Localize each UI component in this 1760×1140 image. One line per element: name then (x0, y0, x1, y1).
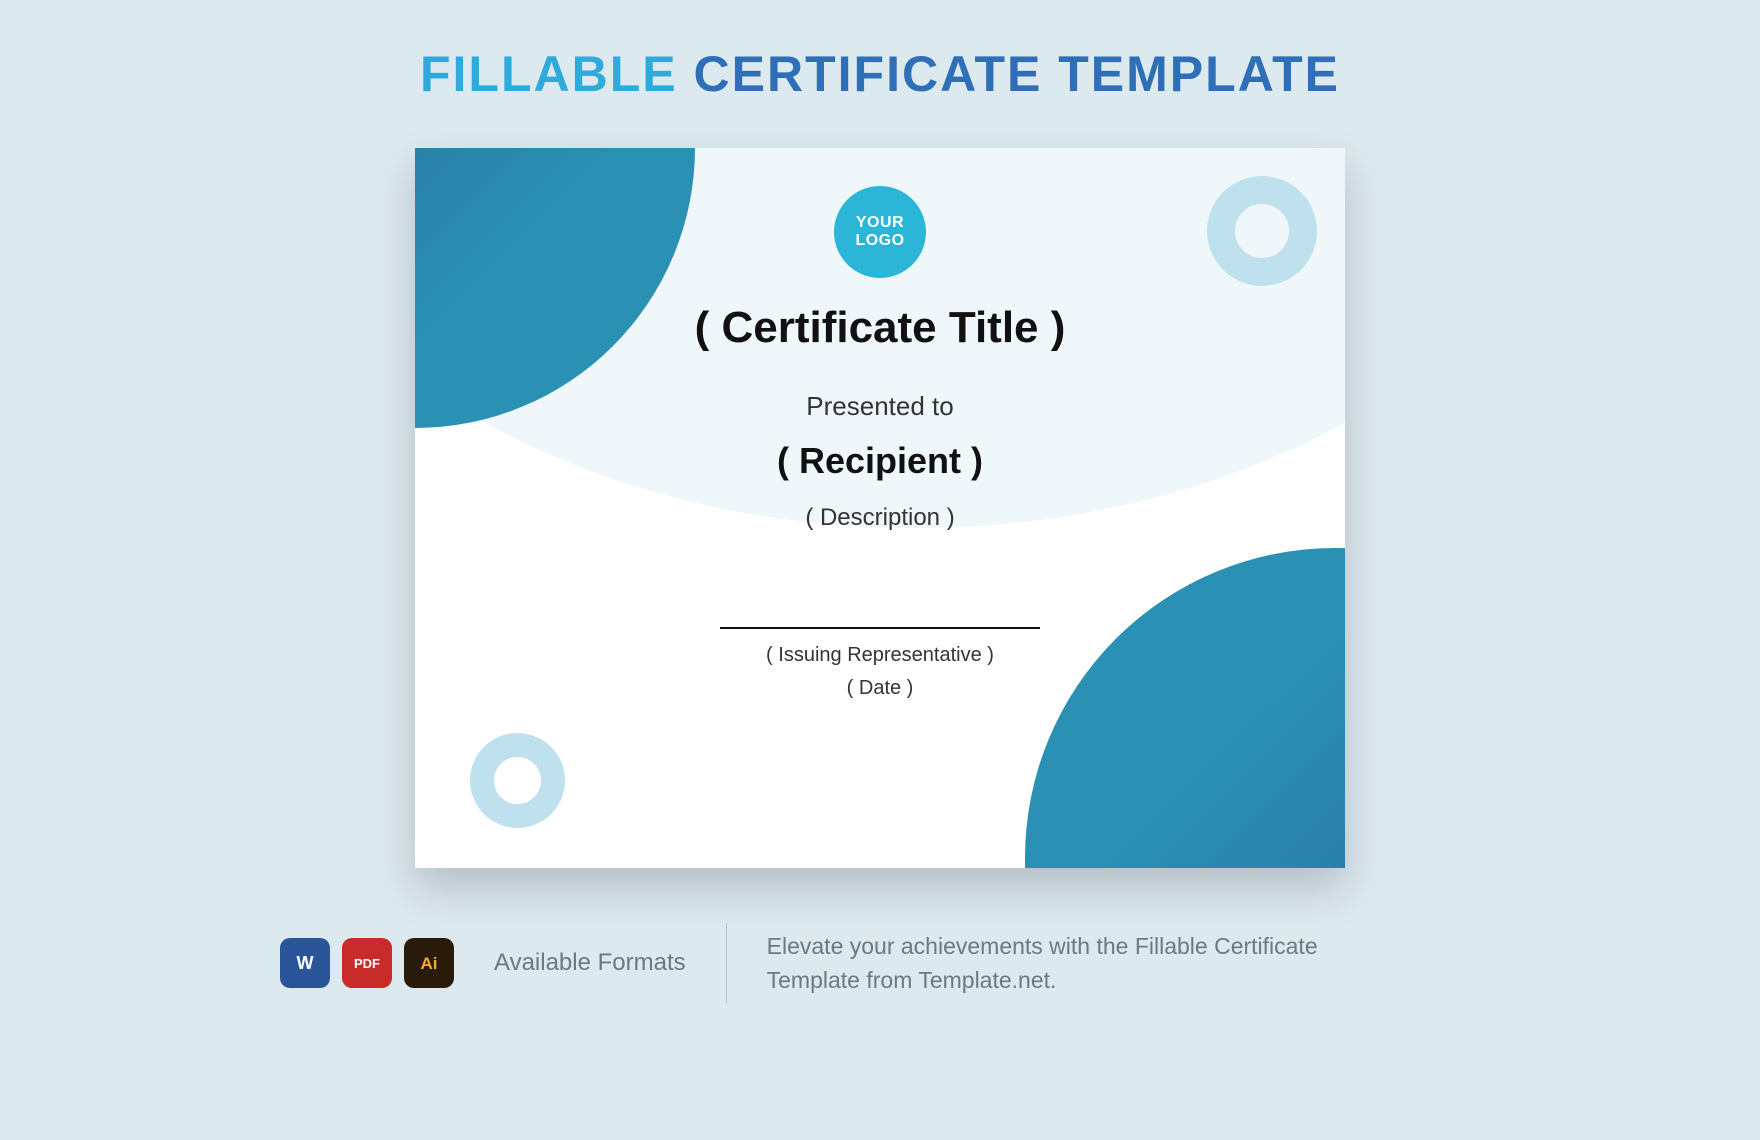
certificate-content: YOUR LOGO ( Certificate Title ) Presente… (415, 148, 1345, 868)
logo-text-line2: LOGO (855, 232, 904, 250)
certificate-date: ( Date ) (847, 677, 914, 700)
svg-text:W: W (297, 953, 314, 973)
footer-tagline: Elevate your achievements with the Filla… (767, 929, 1407, 998)
svg-text:PDF: PDF (354, 956, 380, 971)
available-formats-label: Available Formats (494, 949, 686, 977)
issuing-representative: ( Issuing Representative ) (766, 644, 994, 667)
recipient-name: ( Recipient ) (777, 440, 983, 482)
certificate-card: YOUR LOGO ( Certificate Title ) Presente… (415, 148, 1345, 868)
logo-text-line1: YOUR (856, 214, 904, 232)
page-title-part1: FILLABLE (420, 46, 678, 102)
format-icons-group: W PDF Ai (280, 938, 454, 988)
footer-divider (726, 923, 727, 1003)
signature-line (720, 627, 1040, 629)
svg-text:Ai: Ai (421, 954, 438, 973)
certificate-description: ( Description ) (805, 504, 954, 532)
page-title-part2: CERTIFICATE TEMPLATE (694, 46, 1340, 102)
footer-row: W PDF Ai Available Formats Elevate your … (280, 923, 1480, 1003)
certificate-title: ( Certificate Title ) (695, 303, 1066, 353)
presented-to-label: Presented to (806, 391, 953, 422)
page-title: FILLABLE CERTIFICATE TEMPLATE (420, 45, 1340, 103)
word-icon: W (280, 938, 330, 988)
logo-placeholder: YOUR LOGO (834, 186, 926, 278)
ai-icon: Ai (404, 938, 454, 988)
pdf-icon: PDF (342, 938, 392, 988)
